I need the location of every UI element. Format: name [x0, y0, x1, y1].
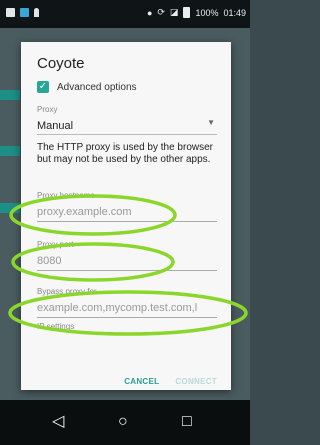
- wifi-network-icon: [0, 146, 20, 156]
- signal-off-icon: ◪: [169, 7, 179, 17]
- proxy-label: Proxy: [37, 105, 58, 114]
- proxy-hostname-field[interactable]: Proxy hostname proxy.example.com: [37, 191, 217, 222]
- home-icon[interactable]: ○: [118, 412, 128, 432]
- status-bar: ● ⟳ ◪ 100% 01:49: [0, 0, 250, 28]
- navigation-bar: ◁ ○ □: [0, 400, 250, 445]
- back-icon[interactable]: ◁: [52, 412, 64, 432]
- dropdown-arrow-icon: ▼: [207, 118, 215, 127]
- ip-settings-label[interactable]: IP settings: [37, 322, 74, 331]
- advanced-options-row[interactable]: ✓ Advanced options: [37, 81, 137, 93]
- proxy-select-value: Manual: [37, 120, 74, 132]
- dialog-title: Coyote: [37, 55, 85, 72]
- recents-icon[interactable]: □: [182, 412, 192, 432]
- image-icon: [20, 8, 29, 17]
- notification-icon: [6, 8, 15, 17]
- dialog-actions: CANCEL CONNECT: [124, 377, 217, 386]
- connect-button[interactable]: CONNECT: [175, 377, 217, 386]
- proxy-dialog: Coyote ✓ Advanced options Proxy Manual ▼…: [21, 42, 231, 390]
- cancel-button[interactable]: CANCEL: [124, 377, 159, 386]
- status-right-icons: ● ⟳ ◪ 100% 01:49: [147, 7, 246, 18]
- bypass-proxy-field[interactable]: Bypass proxy for example.com,mycomp.test…: [37, 287, 217, 318]
- proxy-hostname-label: Proxy hostname: [37, 191, 95, 200]
- advanced-options-label: Advanced options: [57, 81, 137, 93]
- location-pin-icon: [34, 8, 39, 17]
- proxy-info-text: The HTTP proxy is used by the browser bu…: [37, 142, 213, 165]
- bypass-proxy-input[interactable]: example.com,mycomp.test.com,l: [37, 302, 217, 314]
- wifi-network-icon: [0, 90, 20, 100]
- battery-icon: [183, 7, 191, 18]
- battery-percent: 100%: [195, 7, 219, 18]
- wifi-network-icon: [0, 203, 20, 213]
- advanced-options-checkbox[interactable]: ✓: [37, 81, 49, 93]
- proxy-port-field[interactable]: Proxy port 8080: [37, 240, 217, 271]
- proxy-select[interactable]: Manual ▼: [37, 116, 217, 135]
- proxy-port-label: Proxy port: [37, 240, 74, 249]
- sync-icon: ⟳: [157, 7, 165, 17]
- clock: 01:49: [223, 7, 246, 18]
- status-left-icons: [6, 8, 39, 17]
- proxy-port-input[interactable]: 8080: [37, 255, 217, 267]
- location-icon: ●: [146, 7, 153, 18]
- bypass-proxy-label: Bypass proxy for: [37, 287, 97, 296]
- proxy-hostname-input[interactable]: proxy.example.com: [37, 206, 217, 218]
